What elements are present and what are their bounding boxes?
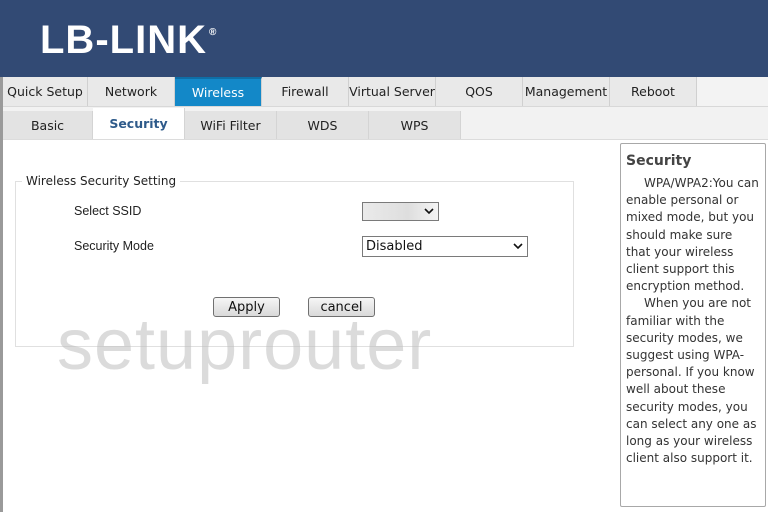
- cancel-button[interactable]: cancel: [308, 297, 375, 317]
- subtab-security[interactable]: Security: [93, 108, 185, 139]
- help-paragraph: When you are not familiar with the secur…: [626, 296, 757, 466]
- header-banner: LB-LINK ®: [0, 0, 768, 77]
- nav-filler: [697, 77, 768, 106]
- tab-qos[interactable]: QOS: [436, 77, 523, 106]
- subtab-wifi-filter[interactable]: WiFi Filter: [185, 111, 277, 139]
- chevron-down-icon: [513, 243, 523, 250]
- help-panel: Security WPA/WPA2:You can enable persona…: [620, 143, 766, 507]
- tab-quick-setup[interactable]: Quick Setup: [0, 77, 88, 106]
- tab-wireless[interactable]: Wireless: [175, 77, 262, 106]
- sub-nav: Basic Security WiFi Filter WDS WPS: [0, 107, 768, 140]
- logo-text: LB-LINK: [40, 18, 207, 62]
- tab-virtual-server[interactable]: Virtual Server: [349, 77, 436, 106]
- subtab-wds[interactable]: WDS: [277, 111, 369, 139]
- main-nav: Quick Setup Network Wireless Firewall Vi…: [0, 77, 768, 107]
- tab-network[interactable]: Network: [88, 77, 175, 106]
- select-ssid-label: Select SSID: [74, 204, 142, 218]
- help-paragraph: WPA/WPA2:You can enable personal or mixe…: [626, 176, 759, 294]
- fieldset-legend: Wireless Security Setting: [22, 174, 181, 188]
- help-title: Security: [626, 153, 692, 169]
- page-left-border: [0, 77, 3, 512]
- subtab-basic[interactable]: Basic: [3, 111, 93, 139]
- security-mode-select[interactable]: Disabled: [362, 236, 528, 257]
- tab-reboot[interactable]: Reboot: [610, 77, 697, 106]
- ssid-select[interactable]: [362, 202, 439, 221]
- tab-firewall[interactable]: Firewall: [262, 77, 349, 106]
- apply-button[interactable]: Apply: [213, 297, 280, 317]
- subtab-wps[interactable]: WPS: [369, 111, 461, 139]
- security-mode-value: Disabled: [366, 239, 423, 254]
- security-mode-label: Security Mode: [74, 239, 154, 253]
- tab-management[interactable]: Management: [523, 77, 610, 106]
- registered-mark: ®: [208, 27, 218, 38]
- chevron-down-icon: [424, 208, 434, 215]
- lb-link-logo: LB-LINK ®: [40, 18, 217, 62]
